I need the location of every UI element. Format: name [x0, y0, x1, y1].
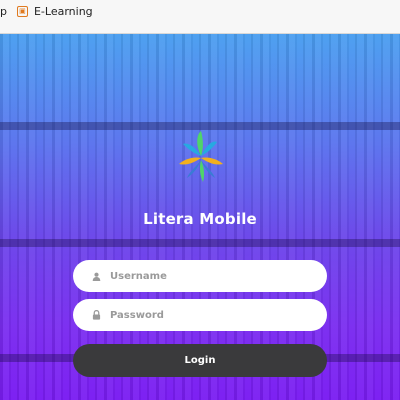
username-field[interactable]: [73, 260, 327, 292]
lock-icon: [91, 310, 101, 320]
user-icon: [91, 271, 101, 281]
bookmark-label: E-Learning: [33, 5, 93, 18]
shelf-divider: [0, 122, 400, 130]
litera-logo-icon: [179, 131, 223, 182]
username-input[interactable]: [108, 269, 312, 283]
bookmarks-bar: p ▣ E-Learning: [0, 0, 400, 34]
app-title: Litera Mobile: [143, 210, 257, 228]
password-input[interactable]: [108, 308, 312, 322]
password-field[interactable]: [73, 299, 327, 331]
school-favicon-icon: ▣: [16, 6, 28, 17]
login-button[interactable]: Login: [73, 344, 327, 377]
shelf-divider: [0, 239, 400, 247]
bookmark-e-learning[interactable]: ▣ E-Learning: [16, 5, 93, 18]
login-background: Litera Mobile Login: [0, 34, 400, 400]
bookmark-partial-label[interactable]: p: [0, 5, 7, 18]
